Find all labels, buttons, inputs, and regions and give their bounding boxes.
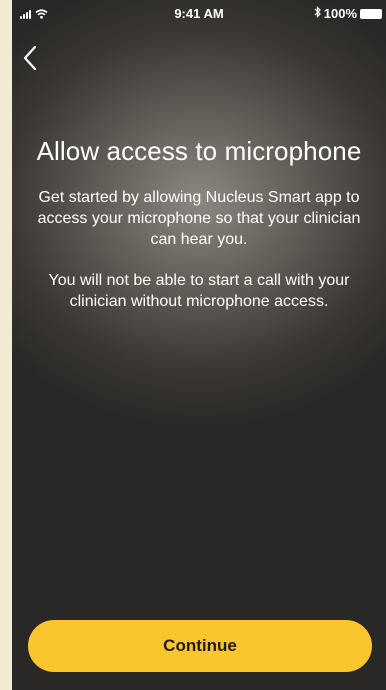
intro-text: Get started by allowing Nucleus Smart ap… <box>37 189 361 248</box>
page-title: Allow access to microphone <box>36 136 362 166</box>
app-screen: 9:41 AM 100% Allow access to microphone … <box>12 0 386 690</box>
status-bar: 9:41 AM 100% <box>12 0 386 28</box>
chevron-left-icon <box>23 45 37 71</box>
phone-frame: 9:41 AM 100% Allow access to microphone … <box>12 0 386 690</box>
battery-icon <box>360 8 382 19</box>
continue-button[interactable]: Continue <box>28 620 372 672</box>
battery-percent: 100% <box>323 6 357 21</box>
permission-content: Allow access to microphone Get started b… <box>30 134 368 312</box>
bluetooth-icon <box>314 6 321 21</box>
warning-text: You will not be able to start a call wit… <box>48 272 350 310</box>
status-right: 100% <box>314 6 382 21</box>
back-button[interactable] <box>18 42 46 74</box>
